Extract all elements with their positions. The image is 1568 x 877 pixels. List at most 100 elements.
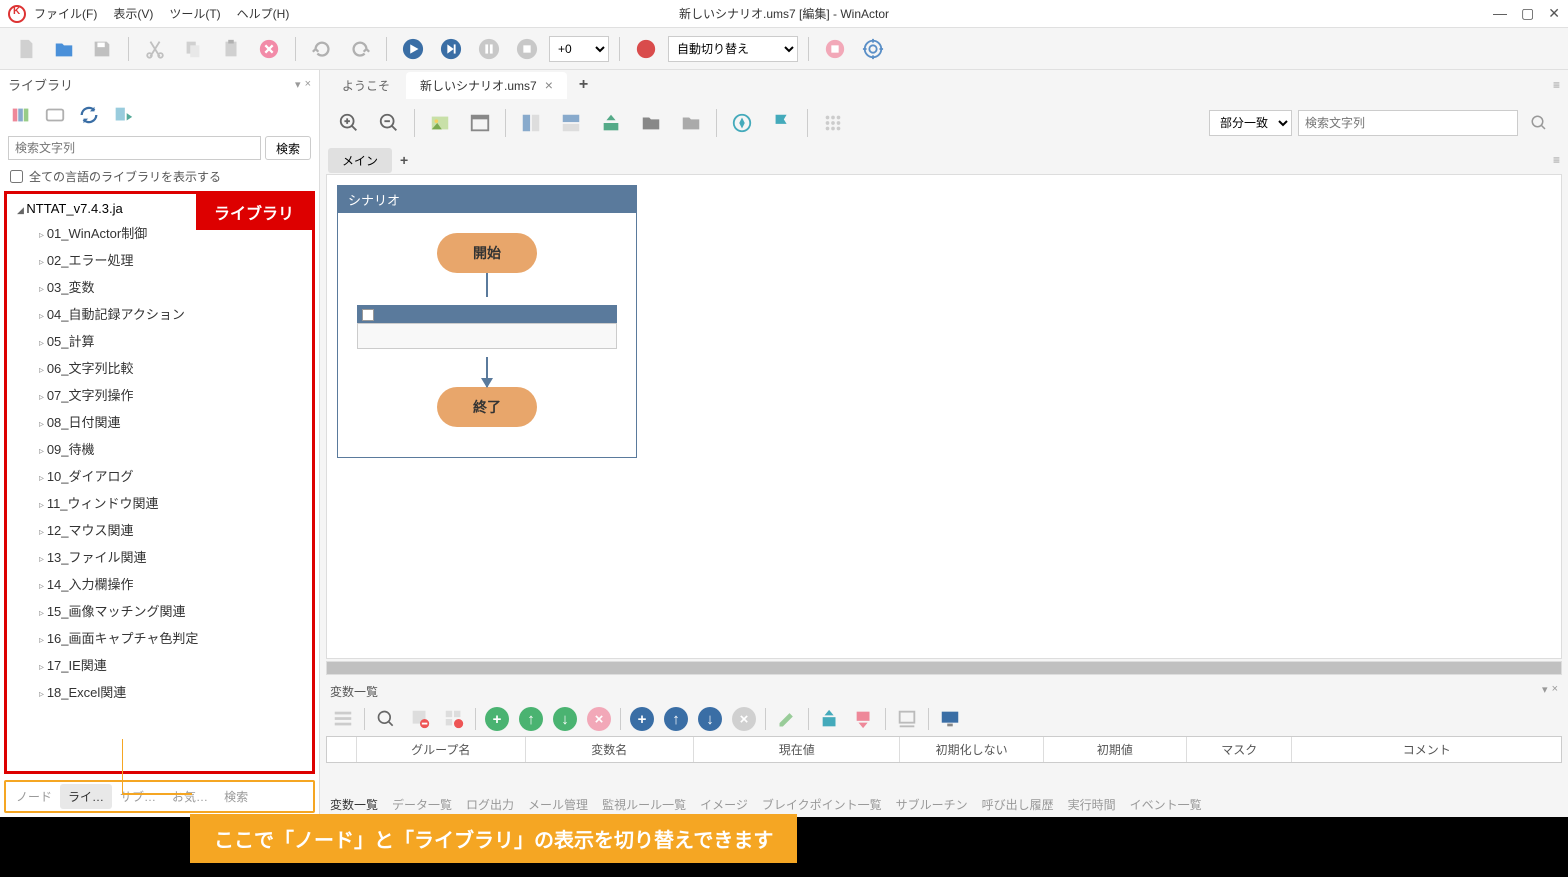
tree-item[interactable]: 11_ウィンドウ関連 — [11, 489, 308, 516]
var-panel-dropdown-icon[interactable]: ▾ — [1542, 683, 1548, 700]
sidebar-tab-library[interactable]: ライ… — [60, 784, 112, 809]
tab-close-icon[interactable]: × — [545, 77, 553, 93]
var-remove2-icon[interactable]: × — [729, 704, 759, 734]
btab-subroutine[interactable]: サブルーチン — [896, 796, 968, 813]
lib-tool-2[interactable] — [44, 104, 66, 126]
show-all-langs-checkbox[interactable] — [10, 170, 23, 183]
tool-image-icon[interactable] — [425, 108, 455, 138]
speed-select[interactable]: +0 — [549, 36, 609, 62]
var-down2-icon[interactable]: ↓ — [695, 704, 725, 734]
variable-table[interactable]: グループ名 変数名 現在値 初期化しない 初期値 マスク コメント — [326, 736, 1562, 763]
copy-button[interactable] — [177, 33, 209, 65]
tree-item[interactable]: 18_Excel関連 — [11, 678, 308, 705]
start-node[interactable]: 開始 — [437, 233, 537, 273]
var-search-icon[interactable] — [371, 704, 401, 734]
btab-vars[interactable]: 変数一覧 — [330, 796, 378, 813]
tree-item[interactable]: 17_IE関連 — [11, 651, 308, 678]
library-search-button[interactable]: 検索 — [265, 136, 311, 160]
tool-flag-icon[interactable] — [767, 108, 797, 138]
menu-view[interactable]: 表示(V) — [113, 5, 153, 22]
menu-tool[interactable]: ツール(T) — [169, 5, 220, 22]
var-edit-icon[interactable] — [772, 704, 802, 734]
tree-item[interactable]: 07_文字列操作 — [11, 381, 308, 408]
var-add-icon[interactable]: + — [482, 704, 512, 734]
col-initial[interactable]: 初期値 — [1044, 737, 1187, 762]
tree-item[interactable]: 12_マウス関連 — [11, 516, 308, 543]
stop-button[interactable] — [511, 33, 543, 65]
btab-exectime[interactable]: 実行時間 — [1068, 796, 1116, 813]
lib-refresh-icon[interactable] — [78, 104, 100, 126]
scenario-container[interactable]: シナリオ 開始 終了 — [337, 185, 637, 458]
btab-image[interactable]: イメージ — [700, 796, 748, 813]
btab-mail[interactable]: メール管理 — [528, 796, 588, 813]
var-add2-icon[interactable]: + — [627, 704, 657, 734]
tab-welcome[interactable]: ようこそ — [328, 72, 404, 99]
col-current[interactable]: 現在値 — [694, 737, 900, 762]
tree-item[interactable]: 14_入力欄操作 — [11, 570, 308, 597]
lib-tool-4[interactable] — [112, 104, 134, 126]
var-remove-icon[interactable]: × — [584, 704, 614, 734]
tree-item[interactable]: 13_ファイル関連 — [11, 543, 308, 570]
delete-button[interactable] — [253, 33, 285, 65]
var-filter2-icon[interactable] — [439, 704, 469, 734]
var-up2-icon[interactable]: ↑ — [661, 704, 691, 734]
record-button[interactable] — [630, 33, 662, 65]
close-button[interactable]: ✕ — [1548, 5, 1560, 22]
col-name[interactable]: 変数名 — [526, 737, 695, 762]
btab-callhistory[interactable]: 呼び出し履歴 — [982, 796, 1054, 813]
var-tool-list-icon[interactable] — [328, 704, 358, 734]
tool-grid-icon[interactable] — [818, 108, 848, 138]
btab-breakpoint[interactable]: ブレイクポイント一覧 — [762, 796, 882, 813]
run-button[interactable] — [397, 33, 429, 65]
menu-help[interactable]: ヘルプ(H) — [237, 5, 290, 22]
pause-button[interactable] — [473, 33, 505, 65]
sidebar-dropdown-icon[interactable]: ▾ — [295, 78, 301, 91]
tool-folder2-icon[interactable] — [676, 108, 706, 138]
var-up-icon[interactable]: ↑ — [516, 704, 546, 734]
menu-file[interactable]: ファイル(F) — [34, 5, 97, 22]
tab-scenario[interactable]: 新しいシナリオ.ums7 × — [406, 72, 567, 99]
tabs-menu-icon[interactable]: ≡ — [1553, 78, 1560, 92]
tree-item[interactable]: 04_自動記録アクション — [11, 300, 308, 327]
tool-nav-icon[interactable] — [727, 108, 757, 138]
tree-item[interactable]: 05_計算 — [11, 327, 308, 354]
var-export-icon[interactable] — [849, 704, 879, 734]
library-search-input[interactable] — [8, 136, 261, 160]
btab-data[interactable]: データ一覧 — [392, 796, 452, 813]
var-filter1-icon[interactable] — [405, 704, 435, 734]
record-stop-button[interactable] — [819, 33, 851, 65]
mode-select[interactable]: 自動切り替え — [668, 36, 798, 62]
open-file-button[interactable] — [48, 33, 80, 65]
flowchart-canvas[interactable]: シナリオ 開始 終了 — [326, 174, 1562, 659]
sidebar-tab-fav[interactable]: お気… — [164, 784, 216, 809]
lib-tool-1[interactable] — [10, 104, 32, 126]
cut-button[interactable] — [139, 33, 171, 65]
canvas-search-input[interactable] — [1298, 110, 1518, 136]
maximize-button[interactable]: ▢ — [1521, 5, 1534, 22]
btab-monitor[interactable]: 監視ルール一覧 — [602, 796, 686, 813]
sub-tabs-menu-icon[interactable]: ≡ — [1553, 153, 1560, 167]
tree-item[interactable]: 15_画像マッチング関連 — [11, 597, 308, 624]
tool-window-icon[interactable] — [465, 108, 495, 138]
col-group[interactable]: グループ名 — [357, 737, 526, 762]
tree-item[interactable]: 09_待機 — [11, 435, 308, 462]
sidebar-tab-search[interactable]: 検索 — [216, 784, 256, 809]
end-node[interactable]: 終了 — [437, 387, 537, 427]
search-mode-select[interactable]: 部分一致 — [1209, 110, 1292, 136]
tree-item[interactable]: 02_エラー処理 — [11, 246, 308, 273]
tab-add-button[interactable]: + — [569, 72, 598, 98]
sidebar-close-icon[interactable]: × — [305, 78, 311, 91]
tree-item[interactable]: 08_日付関連 — [11, 408, 308, 435]
btab-log[interactable]: ログ出力 — [466, 796, 514, 813]
zoom-in-icon[interactable] — [334, 108, 364, 138]
sidebar-tab-node[interactable]: ノード — [8, 784, 60, 809]
var-monitor-icon[interactable] — [935, 704, 965, 734]
col-noinit[interactable]: 初期化しない — [900, 737, 1043, 762]
btab-events[interactable]: イベント一覧 — [1130, 796, 1202, 813]
paste-button[interactable] — [215, 33, 247, 65]
step-button[interactable] — [435, 33, 467, 65]
save-button[interactable] — [86, 33, 118, 65]
var-clear-icon[interactable] — [892, 704, 922, 734]
var-panel-close-icon[interactable]: × — [1552, 683, 1558, 700]
var-down-icon[interactable]: ↓ — [550, 704, 580, 734]
